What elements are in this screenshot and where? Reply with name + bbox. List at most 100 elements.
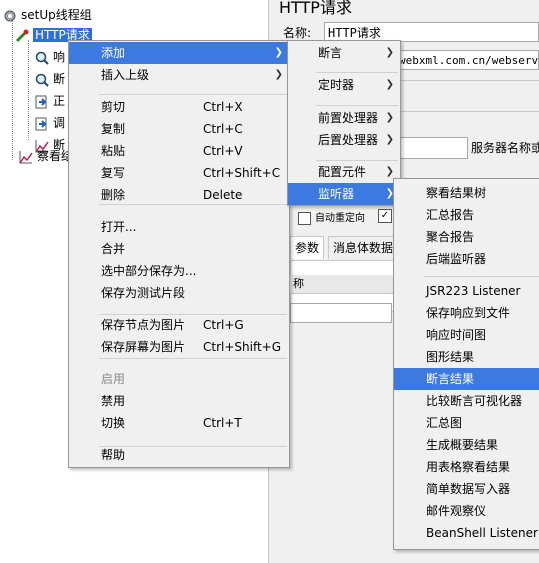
tree-node-child[interactable]: 正 [34,92,65,110]
add-submenu: 断言 ❯ 定时器 ❯ 前置处理器 ❯ 后置处理器 ❯ 配置元件 ❯ 监听器 ❯ [287,40,401,206]
add-submenu-item-2[interactable]: 前置处理器 ❯ [288,107,400,129]
params-header-label: 称 [293,277,304,290]
menu-item-label: 监听器 [318,187,355,201]
menu-item-label: JSR223 Listener [426,284,521,298]
redirect-label: 自动重定向 [315,213,365,224]
extractor-icon [34,94,50,110]
listener-item-2[interactable]: 聚合报告 [394,226,539,248]
add-submenu-item-0[interactable]: 断言 ❯ [288,42,400,64]
listener-item-7[interactable]: 图形结果 [394,346,539,368]
menu-item-label: 察看结果树 [426,186,487,200]
listener-item-1[interactable]: 汇总报告 [394,204,539,226]
gear-icon [2,8,18,24]
menu-separator [99,446,287,447]
menu-item-shortcut: Ctrl+T [203,416,242,430]
menu-item-label: 启用 [101,372,126,386]
menu-item-label: 选中部分保存为... [101,264,197,278]
menu-item-label: 简单数据写入器 [426,482,511,496]
tree-node-label: setUp线程组 [21,8,92,22]
listener-item-0[interactable]: 察看结果树 [394,182,539,204]
menu-item-label: 保存屏幕为图片 [101,340,186,354]
redirect-option[interactable]: 自动重定向 [298,209,365,225]
menu-item-label: 图形结果 [426,350,475,364]
menu-item-shortcut: Ctrl+C [203,122,243,136]
menu-item-16[interactable]: 帮助 [69,444,289,466]
menu-item-label: 用表格察看结果 [426,460,511,474]
add-submenu-item-3[interactable]: 后置处理器 ❯ [288,129,400,151]
menu-item-3[interactable]: 复制 Ctrl+C [69,118,289,140]
menu-item-label: 断言 [318,46,343,60]
listener-item-3[interactable]: 后端监听器 [394,248,539,270]
extractor-icon [34,116,50,132]
menu-item-0[interactable]: 添加 ❯ [69,42,289,64]
menu-item-8[interactable]: 合并 [69,238,289,260]
follow-redirect-checkbox[interactable]: ✓ [378,209,392,223]
add-submenu-item-5[interactable]: 监听器 ❯ [288,183,400,205]
name-field[interactable]: HTTP请求 [324,22,539,42]
menu-item-2[interactable]: 剪切 Ctrl+X [69,96,289,118]
menu-item-5[interactable]: 复写 Ctrl+Shift+C [69,162,289,184]
menu-item-11[interactable]: 保存节点为图片 Ctrl+G [69,314,289,336]
menu-item-label: 复制 [101,122,126,136]
menu-item-6[interactable]: 删除 Delete [69,184,289,206]
listener-item-9[interactable]: 比较断言可视化器 [394,390,539,412]
add-submenu-item-1[interactable]: 定时器 ❯ [288,74,400,96]
panel-section [394,80,539,112]
menu-item-7[interactable]: 打开... [69,216,289,238]
menu-item-label: 响应时间图 [426,328,487,342]
magnifier-icon [34,50,50,66]
menu-item-shortcut: Ctrl+V [203,144,243,158]
listener-item-11[interactable]: 生成概要结果 [394,434,539,456]
server-field[interactable] [394,137,468,159]
menu-item-15[interactable]: 切换 Ctrl+T [69,412,289,434]
tree-node-child[interactable]: 调 [34,114,65,132]
menu-item-shortcut: Ctrl+Shift+C [203,166,281,180]
menu-item-label: 打开... [101,220,137,234]
tree-node-listener[interactable]: 察看结 [18,147,73,165]
redirect-checkbox[interactable] [298,211,311,225]
menu-item-shortcut: Delete [203,188,243,202]
menu-separator [316,105,398,106]
listener-item-5[interactable]: 保存响应到文件 [394,302,539,324]
submenu-arrow-icon: ❯ [385,134,394,145]
tab-params[interactable]: 参数 [290,236,325,259]
menu-item-shortcut: Ctrl+X [203,100,243,114]
add-submenu-item-4[interactable]: 配置元件 ❯ [288,161,400,183]
menu-item-9[interactable]: 选中部分保存为... [69,260,289,282]
menu-item-1[interactable]: 插入上级 ❯ [69,64,289,86]
url-field[interactable]: webxml.com.cn/webserv [394,50,539,70]
listener-item-8[interactable]: 断言结果 [394,368,539,390]
menu-item-label: 添加 [101,46,126,60]
menu-item-label: 邮件观察仪 [426,504,487,518]
listener-item-4[interactable]: JSR223 Listener [394,280,539,302]
pipette-icon [14,28,30,44]
tree-node-child[interactable]: 响 [34,48,65,66]
params-input[interactable] [290,303,392,323]
listener-item-6[interactable]: 响应时间图 [394,324,539,346]
menu-item-14[interactable]: 禁用 [69,390,289,412]
listener-item-10[interactable]: 汇总图 [394,412,539,434]
listener-item-15[interactable]: BeanShell Listener [394,522,539,544]
menu-item-label: BeanShell Listener [426,526,538,540]
listener-item-14[interactable]: 邮件观察仪 [394,500,539,522]
menu-item-4[interactable]: 粘贴 Ctrl+V [69,140,289,162]
listener-item-13[interactable]: 简单数据写入器 [394,478,539,500]
submenu-arrow-icon: ❯ [274,69,283,80]
menu-separator [99,204,287,205]
menu-item-label: 切换 [101,416,126,430]
menu-item-label: 汇总图 [426,416,463,430]
menu-separator [316,160,398,161]
menu-separator [424,276,539,277]
submenu-arrow-icon: ❯ [385,47,394,58]
menu-item-12[interactable]: 保存屏幕为图片 Ctrl+Shift+G [69,336,289,358]
menu-item-label: 聚合报告 [426,230,475,244]
listener-submenu: 察看结果树汇总报告聚合报告后端监听器 JSR223 Listener 保存响应到文件… [393,178,539,550]
menu-item-label: 前置处理器 [318,111,379,125]
menu-item-10[interactable]: 保存为测试片段 [69,282,289,304]
tree-node-setup-thread-group[interactable]: setUp线程组 [2,6,92,24]
tree-node-label: 正 [53,94,66,108]
tab-body-data[interactable]: 消息体数据 [328,236,399,259]
menu-item-label: 插入上级 [101,68,150,82]
listener-item-12[interactable]: 用表格察看结果 [394,456,539,478]
tree-node-child[interactable]: 断 [34,70,65,88]
